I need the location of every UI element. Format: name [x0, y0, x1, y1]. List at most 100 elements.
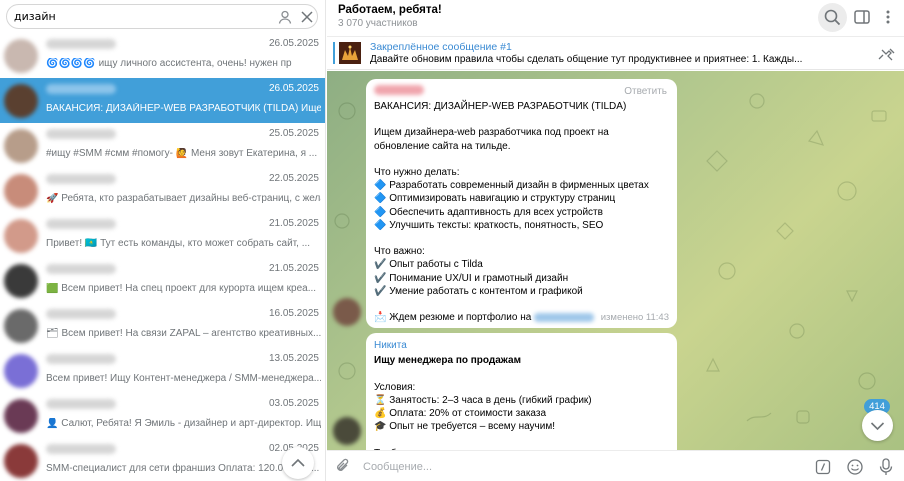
- chat-name: [46, 444, 116, 454]
- message-text-line: 🔷 Обеспечить адаптивность для всех устро…: [374, 206, 603, 218]
- chat-date: 21.05.2025: [268, 263, 319, 274]
- paperclip-icon[interactable]: [335, 458, 351, 475]
- message-text-line: ✔️ Понимание UX/UI и грамотный дизайн: [374, 272, 569, 284]
- reply-button[interactable]: Ответить: [624, 85, 667, 98]
- contact-link[interactable]: [534, 313, 595, 323]
- chat-list-item[interactable]: 03.05.2025 👤 Салют, Ребята! Я Эмиль - диз…: [0, 393, 325, 438]
- message-text-line: Условия:: [374, 381, 416, 393]
- avatar: [4, 174, 38, 208]
- search-box[interactable]: [6, 4, 318, 29]
- bot-commands-icon[interactable]: [815, 459, 831, 475]
- chat-date: 26.05.2025: [268, 83, 319, 94]
- message-bubble[interactable]: Ответить ВАКАНСИЯ: ДИЗАЙНЕР-WEB РАЗРАБОТ…: [366, 79, 677, 328]
- chat-list-item[interactable]: 21.05.2025 Привет! 🇰🇿 Тут есть команды, к…: [0, 213, 325, 258]
- member-count: 3 070 участников: [338, 18, 418, 29]
- search-button[interactable]: [818, 3, 847, 32]
- message-text-line: Что нужно делать:: [374, 166, 460, 178]
- chat-date: 25.05.2025: [268, 128, 319, 139]
- chevron-up-icon: [291, 458, 305, 467]
- chat-preview: SMM-специалист для сети франшиз Оплата: …: [46, 463, 320, 474]
- chat-list-item[interactable]: 25.05.2025 #ищу #SMM #смм #помогу- 🙋 Меня…: [0, 123, 325, 168]
- chat-preview: ВАКАНСИЯ: ДИЗАЙНЕР-WEB РАЗРАБОТЧИК (TILD…: [46, 103, 321, 114]
- avatar[interactable]: [333, 417, 361, 445]
- chat-title: Работаем, ребята!: [338, 4, 442, 16]
- chat-name: [46, 39, 116, 49]
- chat-header[interactable]: Работаем, ребята! 3 070 участников: [327, 0, 904, 37]
- avatar: [4, 84, 38, 118]
- chat-date: 26.05.2025: [268, 38, 319, 49]
- pinned-message-bar[interactable]: Закреплённое сообщение #1 Давайте обнови…: [327, 37, 904, 70]
- scroll-down-button[interactable]: [862, 410, 893, 441]
- chat-date: 21.05.2025: [268, 218, 319, 229]
- sender-name[interactable]: [374, 85, 424, 95]
- chat-preview: 👤 Салют, Ребята! Я Эмиль - дизайнер и ар…: [46, 418, 321, 429]
- message-text-line: 🔷 Разработать современный дизайн в фирме…: [374, 180, 649, 192]
- avatar[interactable]: [333, 298, 361, 326]
- chat-name: [46, 399, 116, 409]
- chat-list-panel: 26.05.2025 🌀🌀🌀🌀 ищу личного ассистента, о…: [0, 0, 326, 481]
- chat-name: [46, 354, 116, 364]
- avatar: [4, 309, 38, 343]
- chat-list-item[interactable]: 02.05.2025SMM-специалист для сети франши…: [0, 438, 325, 481]
- message-text: ВАКАНСИЯ: ДИЗАЙНЕР-WEB РАЗРАБОТЧИК (TILD…: [374, 100, 669, 311]
- pinned-text: Давайте обновим правила чтобы сделать об…: [370, 54, 803, 65]
- close-icon[interactable]: [299, 9, 315, 25]
- message-area[interactable]: Ответить ВАКАНСИЯ: ДИЗАЙНЕР-WEB РАЗРАБОТ…: [327, 71, 904, 450]
- message-text-line: ⏳ Занятость: 2–3 часа в день (гибкий гра…: [374, 394, 592, 406]
- message-text-line: ✔️ Умение работать с контентом и графико…: [374, 285, 583, 297]
- chat-list-item[interactable]: 16.05.2025 🗂 Всем привет! На связи ZAPAL …: [0, 303, 325, 348]
- sidebar-toggle-icon[interactable]: [851, 6, 873, 28]
- avatar: [4, 399, 38, 433]
- message-bubble[interactable]: Никита Ищу менеджера по продажам Условия:…: [366, 333, 677, 450]
- message-input[interactable]: [363, 457, 803, 476]
- more-options-icon[interactable]: [879, 6, 897, 28]
- message-text-line: 🔷 Оптимизировать навигацию и структуру с…: [374, 193, 616, 205]
- search-icon: [824, 9, 841, 26]
- message-meta: изменено 11:43: [600, 311, 669, 323]
- message-text-line: 🔷 Улучшить тексты: краткость, понятность…: [374, 219, 604, 231]
- microphone-icon[interactable]: [878, 458, 894, 476]
- message-text-line: ✔️ Опыт работы с Tilda: [374, 259, 483, 271]
- chat-list-item[interactable]: 22.05.2025 🚀 Ребята, кто разрабатывает ди…: [0, 168, 325, 213]
- chat-preview: 🟩 Всем привет! На спец проект для курорт…: [46, 283, 317, 294]
- message-text: Ищу менеджера по продажам Условия: ⏳ Занят…: [374, 354, 669, 450]
- message-text-line: Ищем дизайнера-web разработчика под прое…: [374, 127, 609, 139]
- message-text-line: Что важно:: [374, 246, 425, 258]
- chat-name: [46, 219, 116, 229]
- user-filter-icon[interactable]: [277, 9, 293, 25]
- pinned-title: Закреплённое сообщение #1: [370, 41, 512, 53]
- chat-list-item[interactable]: 26.05.2025 ВАКАНСИЯ: ДИЗАЙНЕР-WEB РАЗРАБО…: [0, 78, 325, 123]
- chat-name: [46, 129, 116, 139]
- chat-preview: #ищу #SMM #смм #помогу- 🙋 Меня зовут Ека…: [46, 148, 318, 159]
- chat-preview: 🚀 Ребята, кто разрабатывает дизайны веб-…: [46, 193, 321, 204]
- emoji-icon[interactable]: [846, 458, 864, 476]
- chat-preview: 🌀🌀🌀🌀 ищу личного ассистента, очень! нуже…: [46, 58, 292, 69]
- chat-name: [46, 309, 116, 319]
- avatar: [4, 39, 38, 73]
- unpin-icon[interactable]: [876, 46, 896, 62]
- chevron-down-icon: [870, 422, 885, 431]
- pinned-indicator: [333, 42, 335, 64]
- contact-text: 📩 Ждем резюме и портфолио на: [374, 312, 532, 324]
- avatar: [4, 444, 38, 478]
- composer: [327, 450, 904, 481]
- scroll-up-button[interactable]: [282, 447, 314, 479]
- chat-name: [46, 264, 116, 274]
- chat-date: 13.05.2025: [268, 353, 319, 364]
- chat-date: 16.05.2025: [268, 308, 319, 319]
- avatar: [4, 264, 38, 298]
- message-text-line: обновление сайта на тильде.: [374, 140, 511, 152]
- chat-list-item[interactable]: 13.05.2025 Всем привет! Ищу Контент-менед…: [0, 348, 325, 393]
- chat-list-item[interactable]: 26.05.2025 🌀🌀🌀🌀 ищу личного ассистента, о…: [0, 33, 325, 78]
- chat-name: [46, 174, 116, 184]
- search-input[interactable]: [14, 8, 264, 25]
- chat-name: [46, 84, 116, 94]
- sender-name[interactable]: Никита: [374, 339, 669, 352]
- chat-list-item[interactable]: 21.05.2025 🟩 Всем привет! На спец проект …: [0, 258, 325, 303]
